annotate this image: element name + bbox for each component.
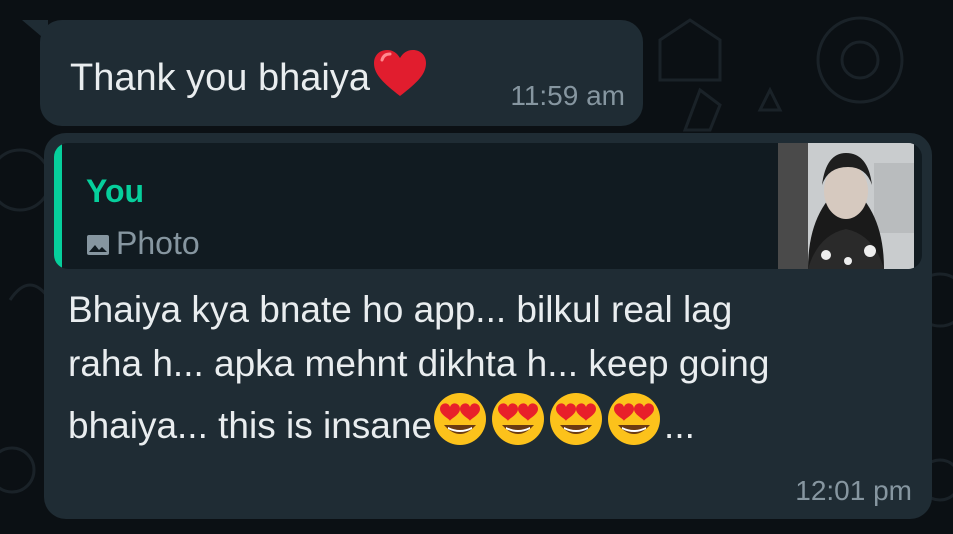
quote-author: You	[86, 173, 145, 209]
message-timestamp: 12:01 pm	[795, 475, 912, 506]
quoted-message[interactable]: You Photo	[54, 143, 922, 269]
message-line: raha h... apka mehnt dikhta h... keep go…	[68, 343, 770, 384]
photo-icon	[86, 227, 110, 264]
heart-eyes-emoji-icon	[548, 391, 604, 462]
quote-type: Photo	[86, 225, 200, 264]
message-line: bhaiya... this is insane ...	[68, 391, 868, 462]
quoted-photo-thumbnail	[778, 143, 914, 269]
red-heart-icon	[372, 48, 428, 110]
heart-eyes-emoji-icon	[432, 391, 488, 462]
heart-eyes-emoji-icon	[490, 391, 546, 462]
heart-eyes-emoji-icon	[606, 391, 662, 462]
message-line: Bhaiya kya bnate ho app... bilkul real l…	[68, 289, 733, 330]
message-timestamp: 11:59 am	[510, 80, 625, 111]
message-text: Thank you bhaiya	[70, 48, 428, 110]
quote-accent-bar	[54, 143, 62, 269]
message-text: Bhaiya kya bnate ho app... bilkul real l…	[68, 283, 868, 462]
message-bubble-reply[interactable]: You Photo Bhaiya kya bnate ho app... bil…	[44, 133, 932, 519]
message-bubble-received[interactable]: Thank you bhaiya 11:59 am	[40, 20, 643, 126]
